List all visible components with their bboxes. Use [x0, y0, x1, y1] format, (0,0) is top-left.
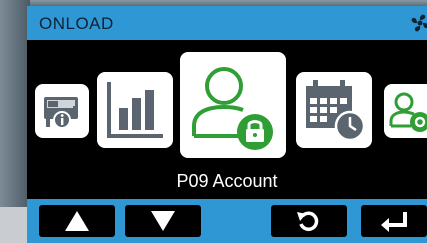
enter-icon [381, 212, 407, 232]
menu-item-chart[interactable] [97, 72, 173, 148]
button-bar [27, 199, 427, 243]
chart-icon [107, 82, 163, 138]
menu-item-user-settings[interactable] [384, 84, 427, 138]
menu-item-account[interactable] [180, 52, 286, 158]
user-settings-icon [389, 92, 427, 132]
menu-item-schedule[interactable] [296, 72, 372, 148]
up-arrow-icon [65, 211, 89, 231]
display-screen: ONLOAD P09 Account [27, 6, 427, 243]
device-info-icon [44, 97, 78, 129]
up-button[interactable] [39, 205, 115, 237]
enter-button[interactable] [361, 205, 427, 237]
account-lock-icon [192, 67, 273, 150]
down-arrow-icon [151, 211, 175, 231]
selected-item-label: P09 Account [176, 171, 278, 191]
title-bar: ONLOAD [27, 6, 427, 40]
fan-icon [411, 14, 427, 32]
calendar-clock-icon [306, 80, 366, 142]
menu-item-device-info[interactable] [35, 84, 89, 138]
device-bezel-bottom [0, 207, 30, 243]
down-button[interactable] [125, 205, 201, 237]
back-button[interactable] [271, 205, 347, 237]
screen-title: ONLOAD [39, 14, 114, 33]
back-icon [297, 211, 319, 231]
